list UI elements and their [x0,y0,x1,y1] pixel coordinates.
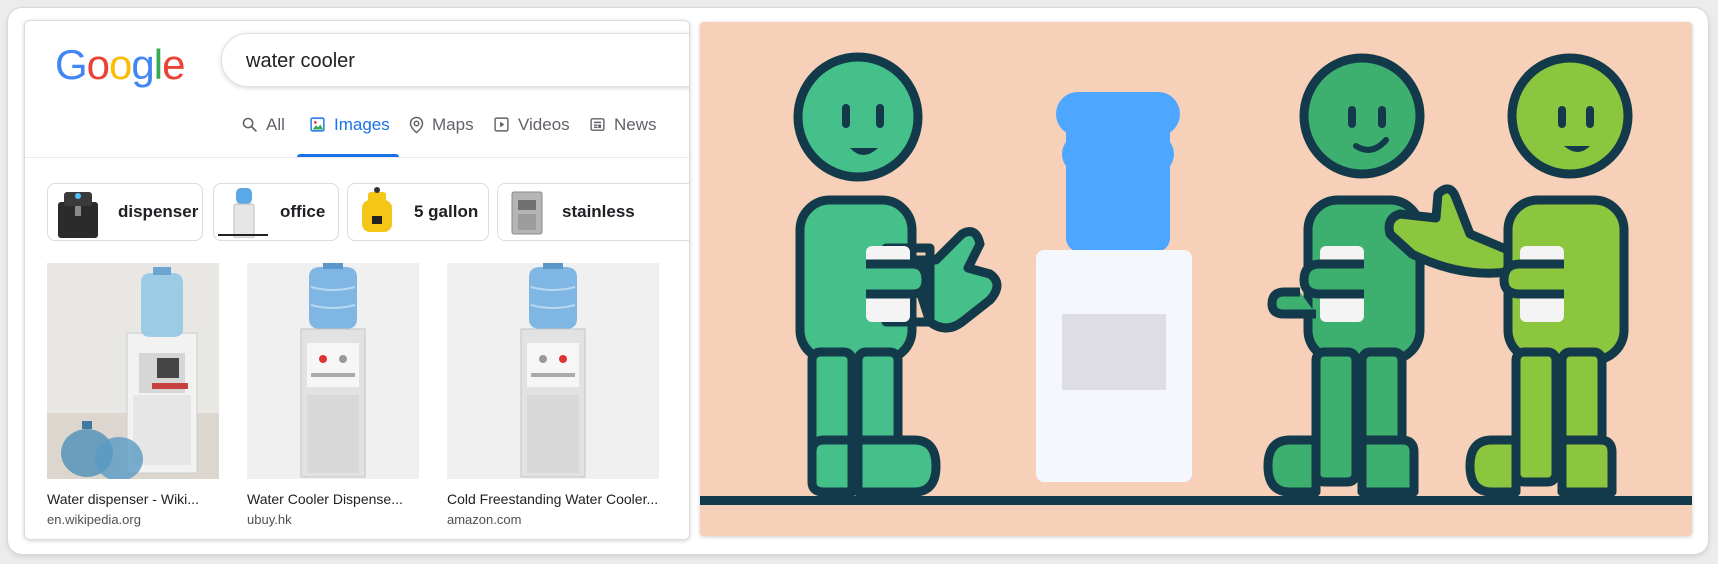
result-title[interactable]: Water Cooler Dispense... [247,491,419,507]
search-query[interactable]: water cooler [246,50,355,73]
tabs-divider [25,157,689,158]
hand [1299,259,1364,299]
image-result[interactable]: Water dispenser - Wiki... en.wikipedia.o… [47,263,219,527]
chip-label: office [280,202,326,221]
hand [1499,259,1564,299]
logo-letter: G [55,41,88,88]
tab-label: News [614,115,657,134]
search-box[interactable]: water cooler [221,33,689,87]
image-icon [310,117,325,132]
chip-thumbnail [350,186,404,238]
water-cooler-photo [447,263,659,479]
result-thumbnail[interactable] [447,263,659,479]
result-thumbnail[interactable] [247,263,419,479]
tab-label: All [266,115,285,134]
illustration-canvas [700,22,1692,536]
chip-label: stainless [562,202,635,221]
floor-line [700,496,1692,505]
logo-letter: e [162,41,185,88]
screenshot-frame: Google water cooler All Images Maps Vide… [8,8,1708,554]
tab-videos[interactable]: Videos [493,111,570,157]
chip-thumbnail [500,186,554,238]
result-source: ubuy.hk [247,512,292,527]
image-result[interactable]: Cold Freestanding Water Cooler... amazon… [447,263,659,527]
tab-news[interactable]: News [589,111,657,157]
tab-images[interactable]: Images [309,111,390,157]
chip-thumbnail [50,186,104,238]
google-images-panel: Google water cooler All Images Maps Vide… [24,20,690,540]
logo-letter: o [109,41,132,88]
logo-letter: o [86,41,110,88]
tab-label: Images [334,115,390,134]
chip-5-gallon[interactable]: 5 gallon [347,183,489,241]
tab-maps[interactable]: Maps [409,111,474,157]
result-thumbnail[interactable] [47,263,219,479]
chip-label: 5 gallon [414,202,479,221]
chip-office[interactable]: office [213,183,339,241]
dispenser-photo [47,263,219,479]
chip-label: dispenser [118,202,199,221]
logo-letter: l [153,41,163,88]
tab-label: Videos [518,115,570,134]
water-cooler-illustration [700,22,1692,536]
result-title[interactable]: Cold Freestanding Water Cooler... [447,491,659,507]
water-cooler-photo [247,263,419,479]
search-icon [242,117,257,132]
play-icon [494,117,509,132]
result-source: en.wikipedia.org [47,512,141,527]
result-source: amazon.com [447,512,522,527]
map-pin-icon [409,116,424,134]
logo-letter: g [131,41,154,88]
news-icon [590,118,605,131]
chip-dispenser[interactable]: dispenser [47,183,203,241]
google-logo[interactable]: Google [55,41,185,89]
tab-label: Maps [432,115,474,134]
image-result[interactable]: Water Cooler Dispense... ubuy.hk [247,263,419,527]
tab-all[interactable]: All [241,111,285,157]
result-title[interactable]: Water dispenser - Wiki... [47,491,219,507]
chip-thumbnail [216,186,270,238]
search-tabs: All Images Maps Videos News [235,111,689,157]
hand [866,259,931,299]
chip-stainless[interactable]: stainless [497,183,689,241]
